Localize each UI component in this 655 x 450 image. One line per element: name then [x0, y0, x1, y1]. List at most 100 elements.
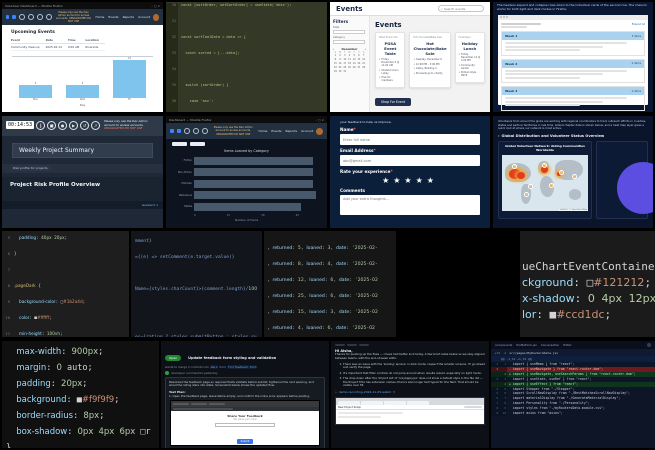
nav-menu-item[interactable]: Events — [271, 129, 281, 133]
code-line: max-width: 900px; — [16, 347, 104, 357]
export-icon[interactable]: ↗ — [91, 120, 101, 130]
embedded-window: Expand All Week 1 3 items Week 2 4 items… — [498, 14, 648, 111]
star-icon[interactable]: ★ — [404, 176, 415, 185]
nav-menu-item[interactable]: Reports — [286, 129, 298, 133]
filter-select[interactable] — [333, 30, 365, 34]
map-card: Global Volunteer Network: Aiding Communi… — [498, 140, 592, 219]
chevron-down-icon[interactable]: ▾ — [498, 134, 500, 138]
email-label: Email Address* — [340, 148, 376, 153]
nav-menu-item[interactable]: Account — [138, 15, 150, 19]
avatar[interactable] — [153, 13, 159, 21]
refresh-icon[interactable] — [36, 14, 43, 20]
event-details: • Friday, December 5 @ 11:00 AM • Student U… — [379, 58, 401, 82]
sort-select[interactable] — [172, 142, 187, 146]
tab[interactable]: Conversation — [541, 343, 560, 347]
back-icon[interactable] — [18, 14, 25, 20]
event-card[interactable]: PGSA Event Info PGSA Event Table • Friday… — [375, 32, 406, 88]
code-line: x-shadow: 0 4px 12px — [522, 292, 655, 305]
browser-tabstrip — [336, 398, 484, 406]
accordion-header[interactable]: Week 1 3 items — [502, 32, 644, 41]
cluster-badge[interactable]: 2 — [527, 183, 533, 189]
event-meta: PGSA Event Info — [379, 36, 398, 39]
events-header: Events ⌕ — [330, 2, 490, 16]
accordion-header[interactable]: Week 3 2 items — [502, 87, 644, 96]
nav-menu-item[interactable]: Reports — [123, 15, 135, 19]
code-line: 6} — [2, 250, 129, 266]
comments-field[interactable] — [340, 195, 480, 215]
forward-icon[interactable] — [192, 128, 199, 134]
world-heatmap[interactable]: 9 2 5 4 2 3 1 Leaflet | © OpenStreetMap — [502, 154, 588, 211]
cluster-badge[interactable]: 2 — [571, 173, 577, 179]
accordion-card: Week 3 2 items — [501, 86, 645, 111]
summary-title[interactable]: Weekly Project Summary — [12, 142, 153, 158]
code-line: border-radius: 8px; — [16, 411, 105, 421]
star-icon[interactable]: ★ — [416, 176, 427, 185]
search-input[interactable] — [443, 6, 481, 11]
code-lines: 5 padding: 40px 20px; 6} 7 8 .pageDark {9 ba… — [2, 234, 129, 337]
embedded-window: New Project Setup — [335, 397, 485, 426]
line-number: 31 — [166, 19, 178, 35]
nav-menu-item[interactable]: Home — [259, 129, 268, 133]
head-branch-link[interactable]: fix/feedback-form — [226, 364, 258, 369]
window-buttons[interactable]: – □ × — [315, 118, 324, 122]
stop-icon[interactable]: ■ — [47, 120, 57, 130]
code-line: Name={styles.charCount}>{comment.length}… — [135, 287, 258, 292]
name-field[interactable] — [340, 134, 480, 145]
search-icon: ⌕ — [441, 6, 443, 11]
filter-label: Category — [333, 36, 345, 39]
tile-jsx-editor: mment} ={(e) => setComment(e.target.value… — [131, 231, 262, 337]
nav-menu-item[interactable]: Account — [301, 129, 313, 133]
event-detail: • Friday, December 5 @ 11:00 AM — [379, 58, 400, 67]
event-detail: • Community Center — [458, 63, 475, 70]
calendar-day[interactable]: 31 — [342, 70, 347, 74]
star-icon[interactable]: ★ — [427, 176, 438, 185]
tile-css-large: max-width: 900px; margin: 0 auto; paddin… — [2, 341, 159, 448]
calendar-day[interactable]: 28 — [361, 66, 366, 70]
window-buttons[interactable]: – □ × — [151, 4, 160, 8]
event-card[interactable]: Fundraiser Holiday Lunch • Friday, Decemb… — [454, 32, 486, 83]
code-line: ckground: □#121212; — [522, 276, 652, 289]
code-line: margin: 0 auto; — [16, 363, 93, 373]
event-card[interactable]: Hot Chocolate/Bake Sale Hot Chocolate/Ba… — [409, 32, 451, 88]
bullet-icon: • — [413, 58, 415, 61]
email-field[interactable] — [340, 155, 480, 166]
risk-heading: Project Risk Profile Overview — [2, 176, 163, 201]
accordion-body — [502, 95, 644, 110]
attachment-link[interactable]: demo-recording-2024-11-05.webm — [339, 390, 391, 394]
accordion-header[interactable]: Week 2 4 items — [502, 59, 644, 68]
record-icon[interactable]: ● — [58, 120, 68, 130]
avatar[interactable] — [647, 343, 651, 347]
tab[interactable]: components — [495, 343, 512, 347]
nav-menu-item[interactable]: Events — [108, 15, 118, 19]
nav-menu-item[interactable]: Home — [96, 15, 105, 19]
x-axis-label: Day — [79, 103, 86, 107]
code-line: lor: ■#ccd1dc; — [522, 308, 612, 321]
cluster-badge[interactable]: 9 — [512, 163, 518, 169]
filter-select[interactable] — [333, 40, 365, 44]
filter-select[interactable] — [190, 142, 205, 146]
search-box[interactable]: ⌕ — [438, 5, 484, 12]
pause-icon[interactable]: ‖ — [36, 120, 46, 130]
chevron-down-icon[interactable]: ▾ — [393, 390, 395, 394]
play-icon[interactable]: ▶ — [69, 120, 79, 130]
tab[interactable]: Editor — [563, 343, 571, 347]
forward-icon[interactable] — [27, 14, 34, 20]
back-icon[interactable] — [183, 128, 190, 134]
base-branch-link[interactable]: main — [209, 364, 219, 369]
intro-text: The headers expand and collapse rows dow… — [497, 3, 648, 11]
filters-sidebar: Filters Date Category ‹ December › SMTWT… — [330, 16, 370, 112]
shot-form-subtitle: We value your input — [233, 417, 257, 421]
refresh-icon[interactable] — [201, 128, 208, 134]
line-number: 33 — [166, 51, 178, 67]
star-icon[interactable]: ★ — [393, 176, 404, 185]
weekend-tag[interactable]: weekend 1 — [142, 203, 158, 207]
code-line: es={rating ? styles.submitButton : style… — [135, 333, 262, 337]
restart-icon[interactable]: ↺ — [80, 120, 90, 130]
home-icon[interactable] — [45, 14, 52, 20]
star-icon[interactable]: ★ — [382, 176, 393, 185]
bullet-icon: • — [379, 68, 381, 72]
shop-for-event-button[interactable]: Shop For Event — [375, 98, 412, 106]
avatar[interactable] — [316, 127, 323, 135]
tab[interactable]: ProfileForm.jsx — [516, 343, 537, 347]
expand-all-link[interactable]: Expand All — [632, 23, 645, 26]
